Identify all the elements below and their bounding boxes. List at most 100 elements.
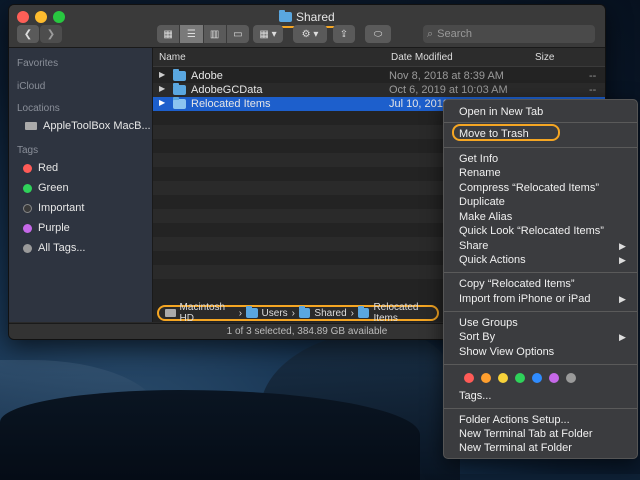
- menu-item-share[interactable]: Share: [459, 240, 628, 252]
- minimize-button[interactable]: [35, 11, 47, 23]
- menu-item-sort-by[interactable]: Sort By: [459, 331, 626, 343]
- column-view-button[interactable]: ▥: [203, 25, 227, 43]
- sidebar: Favorites iCloud Locations AppleToolBox …: [9, 48, 153, 322]
- icon-view-button[interactable]: ▦: [157, 25, 181, 43]
- important-tag-icon: [23, 203, 32, 213]
- menu-item-rename[interactable]: Rename: [459, 167, 501, 179]
- sidebar-item-label: Purple: [38, 222, 70, 234]
- search-placeholder: Search: [437, 28, 473, 40]
- folder-icon: [173, 97, 186, 109]
- titlebar: Shared ❮ ❯ ▦ ☰ ▥ ▭ ▦ ▾ ⚙ ▾ ⇪ ⬭ ⌕ Search: [9, 5, 605, 48]
- action-gear-button[interactable]: ⚙ ▾: [293, 25, 327, 43]
- tag-button[interactable]: ⬭: [365, 25, 391, 43]
- purple-tag-icon: [23, 223, 32, 233]
- column-size-header[interactable]: Size: [535, 52, 554, 63]
- sidebar-tag-important[interactable]: Important: [23, 202, 84, 214]
- path-item[interactable]: Macintosh HD: [180, 302, 235, 324]
- search-icon: ⌕: [427, 27, 434, 40]
- yellow-tag-icon[interactable]: [498, 373, 508, 383]
- menu-separator: [444, 272, 637, 273]
- menu-item-use-groups[interactable]: Use Groups: [459, 317, 518, 329]
- row-size: --: [589, 84, 597, 96]
- list-view-button[interactable]: ☰: [180, 25, 204, 43]
- path-item[interactable]: Shared: [314, 308, 346, 319]
- sidebar-heading-locations: Locations: [17, 103, 60, 114]
- row-name: Adobe: [191, 70, 223, 82]
- menu-item-compress[interactable]: Compress “Relocated Items”: [459, 182, 599, 194]
- hard-drive-icon: [165, 309, 176, 317]
- window-title-text: Shared: [296, 10, 335, 24]
- gray-tag-icon[interactable]: [566, 373, 576, 383]
- row-date: Jul 10, 2019: [389, 98, 449, 110]
- sidebar-heading-favorites: Favorites: [17, 58, 59, 69]
- orange-tag-icon[interactable]: [481, 373, 491, 383]
- blue-tag-icon[interactable]: [532, 373, 542, 383]
- search-field[interactable]: ⌕ Search: [423, 25, 595, 43]
- column-date-header[interactable]: Date Modified: [391, 52, 453, 63]
- menu-item-import[interactable]: Import from iPhone or iPad: [459, 293, 626, 305]
- view-switcher: ▦ ☰ ▥ ▭: [157, 25, 249, 43]
- path-item[interactable]: Relocated Items: [373, 302, 437, 324]
- folder-icon: [299, 306, 311, 318]
- row-date: Nov 8, 2018 at 8:39 AM: [389, 70, 504, 82]
- sidebar-heading-tags: Tags: [17, 145, 39, 156]
- folder-icon: [173, 83, 186, 95]
- chevron-right-icon: ›: [350, 307, 355, 319]
- row-size: --: [589, 70, 597, 82]
- back-button[interactable]: ❮: [17, 25, 39, 43]
- green-tag-icon[interactable]: [515, 373, 525, 383]
- menu-item-move-to-trash[interactable]: Move to Trash: [459, 128, 529, 140]
- menu-separator: [444, 364, 637, 365]
- menu-separator: [444, 147, 637, 148]
- all-tags-icon: [23, 243, 32, 253]
- disclosure-triangle-icon[interactable]: ▶: [159, 70, 165, 79]
- menu-item-new-terminal-tab[interactable]: New Terminal Tab at Folder: [459, 428, 593, 440]
- menu-item-quick-actions[interactable]: Quick Actions: [459, 254, 625, 266]
- disclosure-triangle-icon[interactable]: ▶: [159, 98, 165, 107]
- menu-item-duplicate[interactable]: Duplicate: [459, 196, 505, 208]
- column-header: Name Date Modified Size: [153, 48, 605, 67]
- menu-item-open-new-tab[interactable]: Open in New Tab: [459, 106, 543, 118]
- folder-icon: [246, 306, 258, 318]
- table-row[interactable]: ▶ Adobe Nov 8, 2018 at 8:39 AM --: [153, 69, 605, 83]
- menu-item-get-info[interactable]: Get Info: [459, 153, 498, 165]
- row-name: Relocated Items: [191, 98, 271, 110]
- menu-item-tags[interactable]: Tags...: [459, 390, 491, 402]
- chevron-right-icon: ›: [238, 307, 243, 319]
- table-row[interactable]: ▶ AdobeGCData Oct 6, 2019 at 10:03 AM --: [153, 83, 605, 97]
- menu-item-new-terminal[interactable]: New Terminal at Folder: [459, 442, 572, 454]
- menu-separator: [444, 311, 637, 312]
- path-bar: Macintosh HD › Users › Shared › Relocate…: [157, 302, 439, 324]
- close-button[interactable]: [17, 11, 29, 23]
- maximize-button[interactable]: [53, 11, 65, 23]
- sidebar-all-tags[interactable]: All Tags...: [23, 242, 86, 254]
- sidebar-tag-purple[interactable]: Purple: [23, 222, 70, 234]
- path-item[interactable]: Users: [262, 308, 288, 319]
- sidebar-item-label: Green: [38, 182, 69, 194]
- sidebar-item-label: All Tags...: [38, 242, 86, 254]
- row-date: Oct 6, 2019 at 10:03 AM: [389, 84, 508, 96]
- menu-item-copy[interactable]: Copy “Relocated Items”: [459, 278, 575, 290]
- row-name: AdobeGCData: [191, 84, 263, 96]
- folder-icon: [173, 69, 186, 81]
- forward-button[interactable]: ❯: [40, 25, 62, 43]
- sidebar-item-macintosh[interactable]: AppleToolBox MacB...: [25, 120, 151, 132]
- menu-item-show-view-options[interactable]: Show View Options: [459, 346, 554, 358]
- column-name-header[interactable]: Name: [159, 52, 186, 63]
- menu-separator: [444, 408, 637, 409]
- menu-item-folder-actions[interactable]: Folder Actions Setup...: [459, 414, 570, 426]
- red-tag-icon[interactable]: [464, 373, 474, 383]
- purple-tag-icon[interactable]: [549, 373, 559, 383]
- folder-icon: [358, 306, 370, 318]
- disclosure-triangle-icon[interactable]: ▶: [159, 84, 165, 93]
- gallery-view-button[interactable]: ▭: [226, 25, 249, 43]
- group-button[interactable]: ▦ ▾: [253, 25, 283, 43]
- hard-drive-icon: [25, 122, 37, 130]
- menu-item-quick-look[interactable]: Quick Look “Relocated Items”: [459, 225, 604, 237]
- share-button[interactable]: ⇪: [333, 25, 355, 43]
- chevron-right-icon: ›: [291, 307, 295, 319]
- sidebar-tag-red[interactable]: Red: [23, 162, 58, 174]
- context-menu: Open in New Tab Move to Trash Get Info R…: [443, 99, 638, 459]
- sidebar-tag-green[interactable]: Green: [23, 182, 69, 194]
- menu-item-make-alias[interactable]: Make Alias: [459, 211, 512, 223]
